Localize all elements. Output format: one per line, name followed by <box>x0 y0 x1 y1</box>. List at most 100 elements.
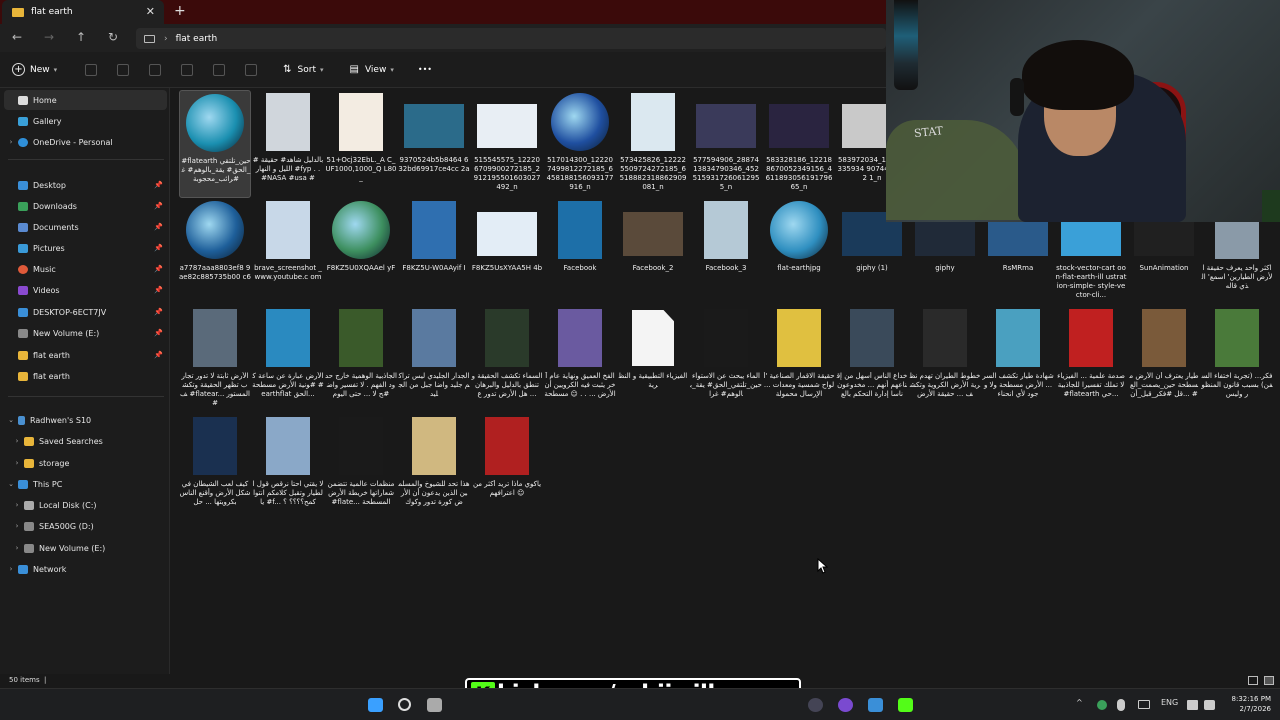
file-item[interactable]: شهادة طيار تكشف السر ... الأرض مسطحة ولا… <box>982 306 1054 414</box>
file-item[interactable]: Facebook <box>544 198 616 306</box>
new-button[interactable]: + New ▾ <box>12 63 57 76</box>
file-item[interactable]: السماء تكشف الحقيقة وتنطق بالدليل والبره… <box>471 306 543 414</box>
cut-icon[interactable] <box>85 63 98 76</box>
kick-app-icon[interactable] <box>898 698 913 712</box>
show-hidden-icons-button[interactable]: ^ <box>1076 698 1083 707</box>
sidebar-item-desktop-pc[interactable]: DESKTOP-6ECT7JV 📌 <box>4 302 167 322</box>
steam-icon[interactable] <box>808 698 823 712</box>
copy-icon[interactable] <box>117 63 130 76</box>
delete-icon[interactable] <box>245 63 258 76</box>
more-options-button[interactable]: ••• <box>418 65 432 74</box>
close-tab-button[interactable]: ✕ <box>146 5 155 18</box>
file-item[interactable]: F8KZ5U-W0AAyif I <box>398 198 470 306</box>
chevron-right-icon[interactable]: › <box>10 522 24 530</box>
sidebar-item-new-volume-e[interactable]: › New Volume (E:) <box>4 538 167 558</box>
sidebar-item-onedrive[interactable]: › OneDrive - Personal <box>4 132 167 152</box>
notepad-icon[interactable] <box>868 698 883 712</box>
keyboard-icon[interactable] <box>1138 700 1150 709</box>
file-item[interactable]: الفخ العميق ونهاية عام آخر يثبت فيه الكر… <box>544 306 616 414</box>
file-item[interactable]: Facebook_3 <box>690 198 762 306</box>
refresh-button[interactable]: ↻ <box>108 30 118 44</box>
sidebar-item-desktop[interactable]: Desktop 📌 <box>4 175 167 195</box>
file-item[interactable]: فكر... (تجربة اختفاء السفن) بسبب قانون ا… <box>1201 306 1273 414</box>
sidebar-item-pictures[interactable]: Pictures 📌 <box>4 238 167 258</box>
sidebar-item-phone[interactable]: ⌄ Radhwen's S10 <box>4 410 167 430</box>
chevron-right-icon[interactable]: › <box>4 565 18 573</box>
file-item[interactable]: كيف لعب الشيطان في شكل الأرض وأقنع الناس… <box>179 414 251 522</box>
file-item[interactable]: منظمات عالمية تتضمن شعاراتها خريطة الأرض… <box>325 414 397 522</box>
file-item[interactable]: F8KZ5UsXYAA5H 4b <box>471 198 543 306</box>
discord-icon[interactable] <box>838 698 853 712</box>
new-tab-button[interactable]: + <box>174 3 186 19</box>
file-item[interactable]: flat-earthjpg <box>763 198 835 306</box>
paste-icon[interactable] <box>149 63 162 76</box>
sidebar-item-documents[interactable]: Documents 📌 <box>4 217 167 237</box>
file-item[interactable]: لا يقتي احتا نرقص قول الطيار وتقبل كلامك… <box>252 414 324 522</box>
sidebar-item-saved-searches[interactable]: › Saved Searches <box>4 431 167 451</box>
file-item[interactable]: F8KZ5U0XQAAel yF <box>325 198 397 306</box>
chevron-right-icon[interactable]: › <box>10 501 24 509</box>
sidebar-item-music[interactable]: Music 📌 <box>4 259 167 279</box>
file-item[interactable]: a7787aaa8803ef8 9ae82c885735b00 c6 <box>179 198 251 306</box>
start-button-icon[interactable] <box>368 698 383 712</box>
file-item[interactable]: صدمة علمية ... الفيزياء لا تملك تفسيرا ل… <box>1055 306 1127 414</box>
sort-button[interactable]: ⇅ Sort ▾ <box>283 64 323 75</box>
file-item[interactable]: ياكوي ماذا تريد أكثر من اعترافهم ☺ <box>471 414 543 522</box>
file-item[interactable]: 515545575_12220 6709900272185_2 91219550… <box>471 90 543 198</box>
sidebar-item-network[interactable]: › Network <box>4 559 167 579</box>
tab-flat-earth[interactable]: flat earth ✕ <box>2 0 164 24</box>
file-item[interactable]: طيار يعترف أن الأرض مسطحة حين_يصمت_الع# … <box>1128 306 1200 414</box>
file-item[interactable]: 577594906_28874 13834790346_452 51593172… <box>690 90 762 198</box>
file-item[interactable]: 517014300_12220 7499812272185_6 45818815… <box>544 90 616 198</box>
sidebar-item-home[interactable]: Home <box>4 90 167 110</box>
sidebar-item-flat-earth-2[interactable]: flat earth <box>4 366 167 386</box>
microphone-icon[interactable] <box>1117 699 1125 711</box>
file-item[interactable]: الأرض ثابتة لا تدور تجارب تظهر الحقيقة و… <box>179 306 251 414</box>
volume-icon[interactable] <box>1204 700 1215 710</box>
sidebar-item-storage[interactable]: › storage <box>4 453 167 473</box>
sidebar-item-downloads[interactable]: Downloads 📌 <box>4 196 167 216</box>
up-button[interactable]: ↑ <box>76 30 86 44</box>
sidebar-item-flat-earth[interactable]: flat earth 📌 <box>4 345 167 365</box>
back-button[interactable]: ← <box>12 30 22 44</box>
chevron-right-icon[interactable]: › <box>10 544 24 552</box>
chevron-down-icon[interactable]: ⌄ <box>4 416 18 424</box>
file-item[interactable]: الجدار الجليدي ليس تراكم جليد واضا جبل م… <box>398 306 470 414</box>
chevron-right-icon[interactable]: › <box>4 138 18 146</box>
rename-icon[interactable] <box>181 63 194 76</box>
file-item[interactable]: هذا تحد للشيوخ والمسلمين الذين يدعون أن … <box>398 414 470 522</box>
file-item[interactable]: الأرض عبارة عن ساعة كونية الأرض مسطحة# #… <box>252 306 324 414</box>
file-item[interactable]: Facebook_2 <box>617 198 689 306</box>
sidebar-item-this-pc[interactable]: ⌄ This PC <box>4 474 167 494</box>
file-item[interactable]: الفيزياء التطبيقية و النظرية <box>617 306 689 414</box>
task-view-icon[interactable] <box>427 698 442 712</box>
file-item[interactable]: خطوط الطيران تهدم نظرية الأرض الكروية وت… <box>909 306 981 414</box>
file-item[interactable]: الماء يبحث عن الاستواء حين_تلتقي_الحق# ي… <box>690 306 762 414</box>
sidebar-item-gallery[interactable]: Gallery <box>4 111 167 131</box>
view-button[interactable]: ▤ View ▾ <box>350 64 394 75</box>
file-item[interactable]: الجاذبية الوهمية خارج حدود الفهم . لا تف… <box>325 306 397 414</box>
address-bar[interactable]: › flat earth <box>136 28 886 49</box>
chevron-down-icon[interactable]: ⌄ <box>4 480 18 488</box>
sidebar-item-sea500g[interactable]: › SEA500G (D:) <box>4 516 167 536</box>
file-item[interactable]: 573425826_12222 5509724272185_6 51888231… <box>617 90 689 198</box>
share-icon[interactable] <box>213 63 226 76</box>
file-item[interactable]: 583328186_12218 8670052349156_4 61189305… <box>763 90 835 198</box>
clock[interactable]: 8:32:16 PM 2/7/2026 <box>1221 694 1271 714</box>
chevron-right-icon[interactable]: › <box>10 459 24 467</box>
language-indicator[interactable]: ENG <box>1161 698 1178 707</box>
sidebar-item-local-disk[interactable]: › Local Disk (C:) <box>4 495 167 515</box>
file-item[interactable]: 9370524b5b8464 632bd69917ce4cc 2a <box>398 90 470 198</box>
breadcrumb-flat-earth[interactable]: flat earth <box>176 34 218 44</box>
network-icon[interactable] <box>1187 700 1198 710</box>
sidebar-item-new-volume[interactable]: New Volume (E:) 📌 <box>4 323 167 343</box>
tiles-view-icon[interactable] <box>1264 676 1274 685</box>
file-item[interactable]: خداع الناس أسهل من إقناعهم أنهم ... مخدو… <box>836 306 908 414</box>
file-item[interactable]: brave_screenshot _www.youtube.c om <box>252 198 324 306</box>
file-item[interactable]: حقيقة الاقمار الصناعية 'ألواح شمسية ومعد… <box>763 306 835 414</box>
file-item[interactable]: بالدليل شاهد# حقيقة #الليل و النهار #fyp… <box>252 90 324 198</box>
search-icon[interactable] <box>398 698 411 711</box>
forward-button[interactable]: → <box>44 30 54 44</box>
file-item[interactable]: #flatearth حين_تلتقي_الحق# يقة_بالوهم# غ… <box>179 90 251 198</box>
sidebar-item-videos[interactable]: Videos 📌 <box>4 280 167 300</box>
